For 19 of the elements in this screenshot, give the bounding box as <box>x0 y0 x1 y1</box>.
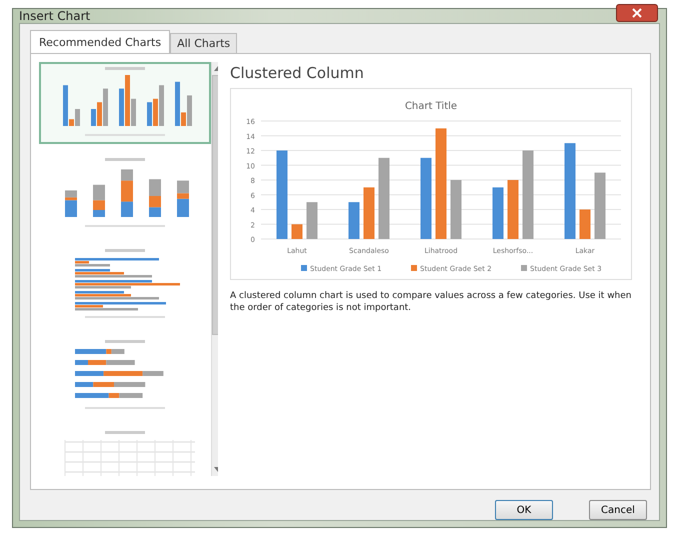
chart-description: A clustered column chart is used to compare values across a few categories. Use it when the order of categories is not important. <box>230 290 633 314</box>
tab[interactable]: All Charts <box>170 33 238 53</box>
close-icon <box>630 8 644 18</box>
bar <box>292 224 302 239</box>
bar <box>492 187 504 239</box>
tab[interactable]: Recommended Charts <box>30 30 170 53</box>
cancel-button[interactable]: Cancel <box>589 500 647 520</box>
bar <box>348 202 360 239</box>
bar <box>450 180 462 239</box>
bar <box>594 172 606 239</box>
bar <box>364 187 374 239</box>
chart-title: Chart Title <box>404 101 458 112</box>
ok-button[interactable]: OK <box>495 500 553 520</box>
bar <box>580 210 590 239</box>
chart-type-heading: Clustered Column <box>230 64 365 82</box>
bar <box>306 202 318 239</box>
close-button[interactable] <box>616 4 658 22</box>
bar <box>508 180 518 239</box>
window-title: Insert Chart <box>19 9 90 23</box>
